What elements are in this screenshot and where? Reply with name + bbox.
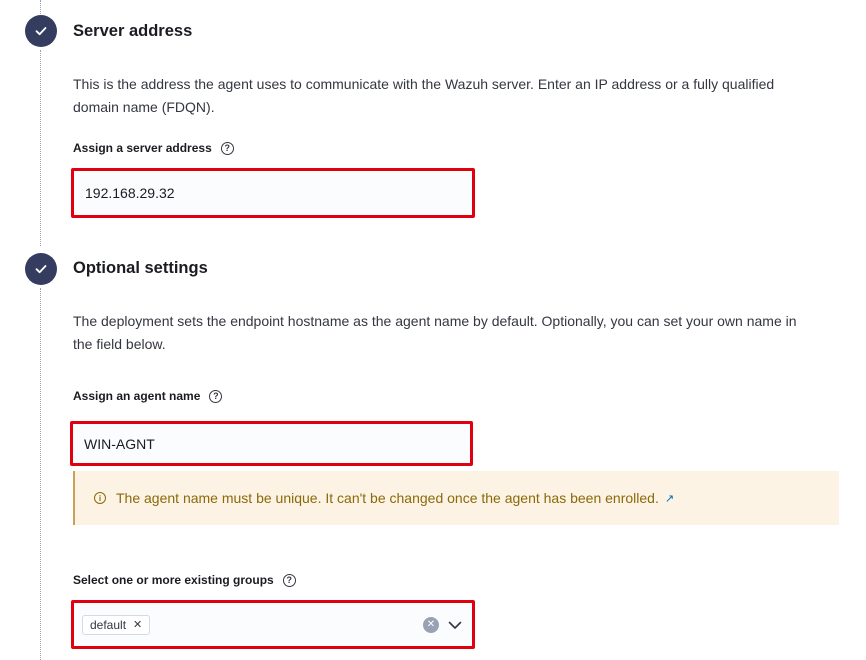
step-complete-badge bbox=[25, 253, 57, 285]
step-description: This is the address the agent uses to co… bbox=[73, 73, 774, 119]
external-link-icon[interactable]: ↗ bbox=[665, 492, 674, 505]
agent-name-input[interactable] bbox=[84, 435, 470, 452]
info-circle-icon: i bbox=[94, 492, 106, 504]
step-title-optional-settings: Optional settings bbox=[73, 259, 208, 277]
step-description: The deployment sets the endpoint hostnam… bbox=[73, 310, 797, 356]
warning-callout: i The agent name must be unique. It can'… bbox=[73, 471, 839, 525]
agent-name-field[interactable] bbox=[70, 421, 473, 466]
group-chip: default ✕ bbox=[82, 614, 151, 635]
server-address-input[interactable] bbox=[85, 185, 472, 201]
step-title-server-address: Server address bbox=[73, 22, 193, 40]
callout-text: The agent name must be unique. It can't … bbox=[116, 490, 659, 506]
server-address-label: Assign a server address ? bbox=[73, 141, 234, 155]
steps-rail-2 bbox=[40, 288, 41, 660]
description-line: This is the address the agent uses to co… bbox=[73, 76, 775, 92]
server-address-field[interactable] bbox=[71, 168, 475, 218]
steps-rail-1 bbox=[40, 50, 41, 246]
description-line: domain name (FDQN). bbox=[73, 99, 215, 115]
label-text: Select one or more existing groups bbox=[73, 573, 274, 587]
chip-label: default bbox=[90, 617, 127, 632]
groups-label: Select one or more existing groups ? bbox=[73, 573, 296, 587]
chevron-down-icon[interactable] bbox=[448, 620, 462, 630]
question-circle-icon[interactable]: ? bbox=[220, 141, 234, 155]
clear-icon[interactable]: ✕ bbox=[423, 616, 439, 633]
label-text: Assign an agent name bbox=[73, 389, 201, 403]
label-text: Assign a server address bbox=[73, 141, 212, 155]
cross-icon[interactable]: ✕ bbox=[133, 618, 142, 631]
check-icon bbox=[35, 265, 47, 274]
description-line: the field below. bbox=[73, 336, 166, 352]
agent-name-label: Assign an agent name ? bbox=[73, 389, 223, 403]
question-circle-icon[interactable]: ? bbox=[209, 389, 223, 403]
groups-combobox[interactable]: default ✕ ✕ bbox=[71, 600, 475, 649]
check-icon bbox=[35, 27, 47, 36]
description-line: The deployment sets the endpoint hostnam… bbox=[73, 313, 797, 329]
question-circle-icon[interactable]: ? bbox=[282, 573, 296, 587]
steps-rail-top bbox=[40, 0, 41, 14]
step-complete-badge bbox=[25, 15, 57, 47]
